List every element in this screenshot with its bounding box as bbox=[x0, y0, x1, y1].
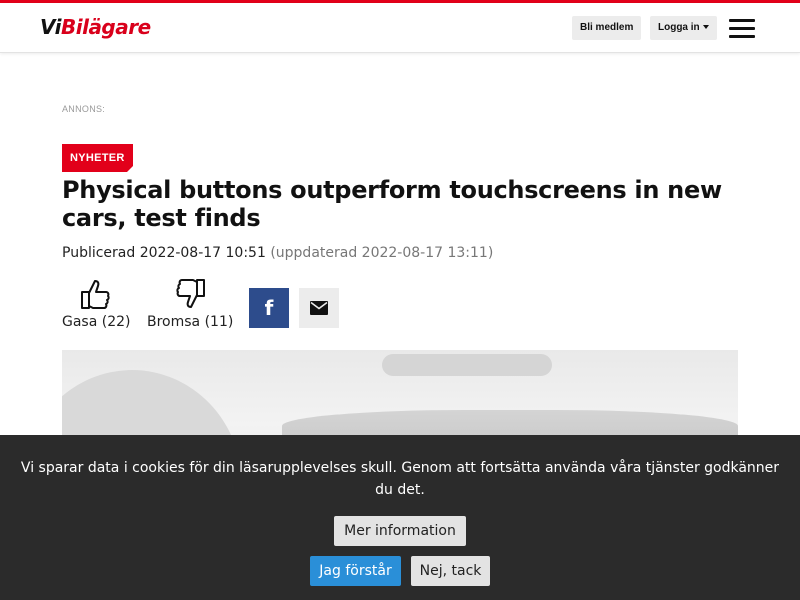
decline-cookies-button[interactable]: Nej, tack bbox=[411, 556, 490, 586]
hamburger-menu-icon[interactable] bbox=[729, 19, 755, 39]
facebook-share-button[interactable]: f bbox=[249, 288, 289, 328]
facebook-icon: f bbox=[264, 296, 274, 320]
logo-vi: Vi bbox=[40, 15, 61, 39]
email-share-button[interactable] bbox=[299, 288, 339, 328]
thumbs-down-icon bbox=[176, 279, 206, 308]
publish-info: Publicerad 2022-08-17 10:51 (uppdaterad … bbox=[62, 245, 493, 261]
logo-bilagare: Bilägare bbox=[60, 15, 151, 39]
login-button[interactable]: Logga in bbox=[650, 16, 717, 40]
mail-icon bbox=[310, 301, 328, 315]
login-label: Logga in bbox=[658, 22, 700, 33]
accept-cookies-button[interactable]: Jag förstår bbox=[310, 556, 401, 586]
updated-date: (uppdaterad 2022-08-17 13:11) bbox=[270, 245, 494, 261]
dislike-reaction-button[interactable]: Bromsa (11) bbox=[147, 278, 233, 330]
chevron-down-icon bbox=[702, 25, 709, 30]
site-header: ViBilägare Bli medlem Logga in bbox=[0, 3, 800, 53]
category-badge[interactable]: NYHETER bbox=[62, 144, 133, 172]
like-label: Gasa (22) bbox=[62, 314, 131, 330]
dislike-label: Bromsa (11) bbox=[147, 314, 234, 330]
site-logo[interactable]: ViBilägare bbox=[40, 15, 151, 39]
more-information-button[interactable]: Mer information bbox=[334, 516, 466, 546]
published-date: Publicerad 2022-08-17 10:51 bbox=[62, 245, 266, 261]
ad-label: ANNONS: bbox=[62, 104, 106, 114]
like-reaction-button[interactable]: Gasa (22) bbox=[62, 278, 131, 330]
cookie-message: Vi sparar data i cookies för din läsarup… bbox=[20, 460, 780, 498]
become-member-button[interactable]: Bli medlem bbox=[572, 16, 642, 40]
cookie-consent-banner: Vi sparar data i cookies för din läsarup… bbox=[0, 435, 800, 600]
article-title: Physical buttons outperform touchscreens… bbox=[62, 176, 722, 232]
thumbs-up-icon bbox=[81, 280, 110, 309]
